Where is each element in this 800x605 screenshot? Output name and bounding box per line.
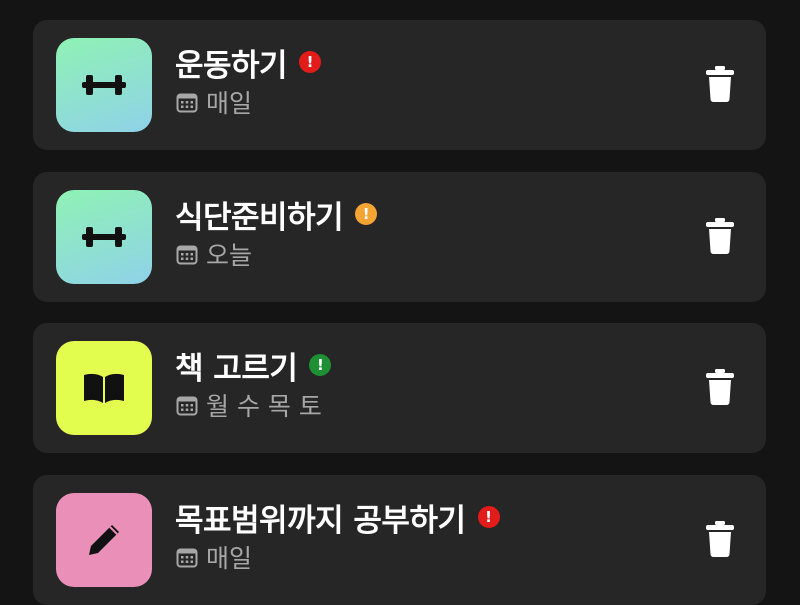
task-schedule: 매일 <box>206 544 253 573</box>
task-icon-tile <box>56 493 152 587</box>
trash-icon <box>706 521 734 557</box>
dumbbell-icon <box>82 227 126 247</box>
dumbbell-icon <box>82 75 126 95</box>
task-title-row: 목표범위까지 공부하기 ! <box>175 497 500 539</box>
priority-badge: ! <box>355 203 378 225</box>
task-icon-tile <box>56 190 152 284</box>
task-schedule-row: 매일 <box>176 86 252 118</box>
calendar-icon <box>176 93 198 113</box>
task-card[interactable]: 운동하기 ! 매일 <box>33 20 766 150</box>
delete-button[interactable] <box>705 218 735 254</box>
task-card[interactable]: 목표범위까지 공부하기 ! 매일 <box>33 475 766 605</box>
task-title: 운동하기 <box>175 47 288 84</box>
task-icon-tile <box>56 341 152 435</box>
task-schedule: 월 수 목 토 <box>206 392 322 421</box>
task-title-row: 책 고르기 ! <box>175 345 332 387</box>
trash-icon <box>706 66 734 102</box>
task-list: 운동하기 ! 매일 식단준비하기 ! 오늘 책 고르기 ! 월 수 목 토 목표… <box>0 0 800 605</box>
priority-badge: ! <box>477 506 500 528</box>
task-schedule-row: 매일 <box>176 541 252 573</box>
task-schedule: 매일 <box>206 89 253 118</box>
calendar-icon <box>176 245 198 265</box>
task-title-row: 식단준비하기 ! <box>175 194 378 236</box>
task-title: 책 고르기 <box>175 350 298 387</box>
delete-button[interactable] <box>705 66 735 102</box>
task-schedule: 오늘 <box>206 241 253 270</box>
trash-icon <box>706 218 734 254</box>
task-schedule-row: 오늘 <box>176 238 252 270</box>
delete-button[interactable] <box>705 369 735 405</box>
trash-icon <box>706 369 734 405</box>
priority-badge: ! <box>299 51 322 73</box>
task-title: 식단준비하기 <box>175 199 344 236</box>
calendar-icon <box>176 548 198 568</box>
priority-badge: ! <box>309 354 332 376</box>
task-title: 목표범위까지 공부하기 <box>175 502 466 539</box>
delete-button[interactable] <box>705 521 735 557</box>
calendar-icon <box>176 396 198 416</box>
book-icon <box>84 373 124 403</box>
task-card[interactable]: 책 고르기 ! 월 수 목 토 <box>33 323 766 453</box>
task-title-row: 운동하기 ! <box>175 42 322 84</box>
task-card[interactable]: 식단준비하기 ! 오늘 <box>33 172 766 302</box>
pencil-icon <box>89 525 119 555</box>
task-schedule-row: 월 수 목 토 <box>176 389 322 421</box>
task-icon-tile <box>56 38 152 132</box>
